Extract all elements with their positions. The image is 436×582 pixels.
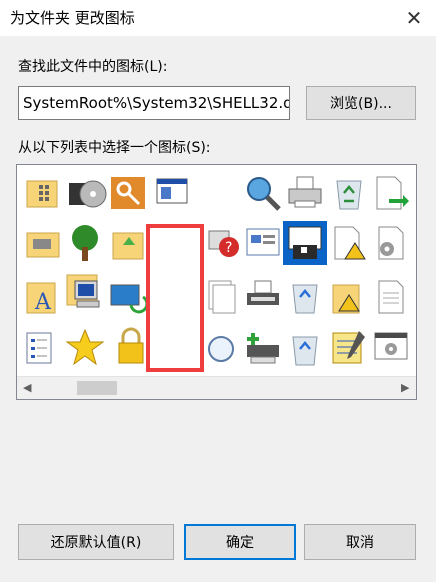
- window-title: 为文件夹 更改图标: [10, 9, 135, 27]
- computer-icon[interactable]: [65, 273, 105, 313]
- folder-grid-icon[interactable]: [23, 173, 63, 213]
- ok-button[interactable]: 确定: [184, 524, 296, 560]
- lock-icon[interactable]: [111, 327, 151, 367]
- redaction-box: [146, 224, 204, 372]
- help-icon[interactable]: ?: [207, 223, 247, 263]
- scroll-right-icon[interactable]: ▶: [401, 381, 409, 394]
- magnifier-icon[interactable]: [243, 173, 283, 213]
- svg-text:?: ?: [225, 240, 232, 256]
- list-label: 从以下列表中选择一个图标(S):: [18, 140, 211, 156]
- cancel-button[interactable]: 取消: [304, 524, 416, 560]
- page-icon[interactable]: [371, 277, 411, 317]
- folder-doc-icon[interactable]: [329, 277, 369, 317]
- notepad-icon[interactable]: [329, 327, 369, 367]
- document-arrow-icon[interactable]: [371, 173, 411, 213]
- search-icon[interactable]: [203, 329, 243, 369]
- recycle2-icon[interactable]: [285, 277, 325, 317]
- svg-text:A: A: [34, 290, 52, 315]
- monitor-icon[interactable]: [243, 223, 283, 263]
- printer2-icon[interactable]: [243, 277, 283, 317]
- path-input[interactable]: SystemRoot%\System32\SHELL32.dll: [18, 86, 290, 120]
- tree-icon[interactable]: [65, 223, 105, 263]
- list-icon[interactable]: [23, 329, 63, 369]
- stack-icon[interactable]: [203, 277, 243, 317]
- icon-list[interactable]: ? A: [16, 164, 417, 400]
- network-icon[interactable]: [109, 277, 149, 317]
- floppy-icon[interactable]: [283, 221, 327, 265]
- star-icon[interactable]: [65, 327, 105, 367]
- browse-button[interactable]: 浏览(B)...: [306, 86, 416, 120]
- scroll-thumb[interactable]: [77, 381, 117, 395]
- printer-plus-icon[interactable]: [243, 329, 283, 369]
- search-label: 查找此文件中的图标(L):: [18, 59, 168, 75]
- window-icon[interactable]: [151, 173, 191, 213]
- disk-icon[interactable]: [67, 173, 107, 213]
- restore-default-button[interactable]: 还原默认值(R): [18, 524, 174, 560]
- recycle-icon[interactable]: [329, 173, 369, 213]
- cabinet-icon[interactable]: [23, 223, 63, 263]
- folder-up-icon[interactable]: [111, 223, 151, 263]
- close-icon[interactable]: ✕: [400, 5, 428, 31]
- font-folder-icon[interactable]: A: [23, 277, 63, 317]
- printer-icon[interactable]: [285, 173, 325, 213]
- horizontal-scrollbar[interactable]: ◀ ▶: [17, 376, 416, 399]
- key-icon[interactable]: [109, 173, 149, 213]
- warning-doc-icon[interactable]: [329, 223, 369, 263]
- recycle3-icon[interactable]: [285, 329, 325, 369]
- gear-doc-icon[interactable]: [371, 223, 411, 263]
- settings-window-icon[interactable]: [371, 327, 411, 367]
- scroll-left-icon[interactable]: ◀: [23, 381, 31, 394]
